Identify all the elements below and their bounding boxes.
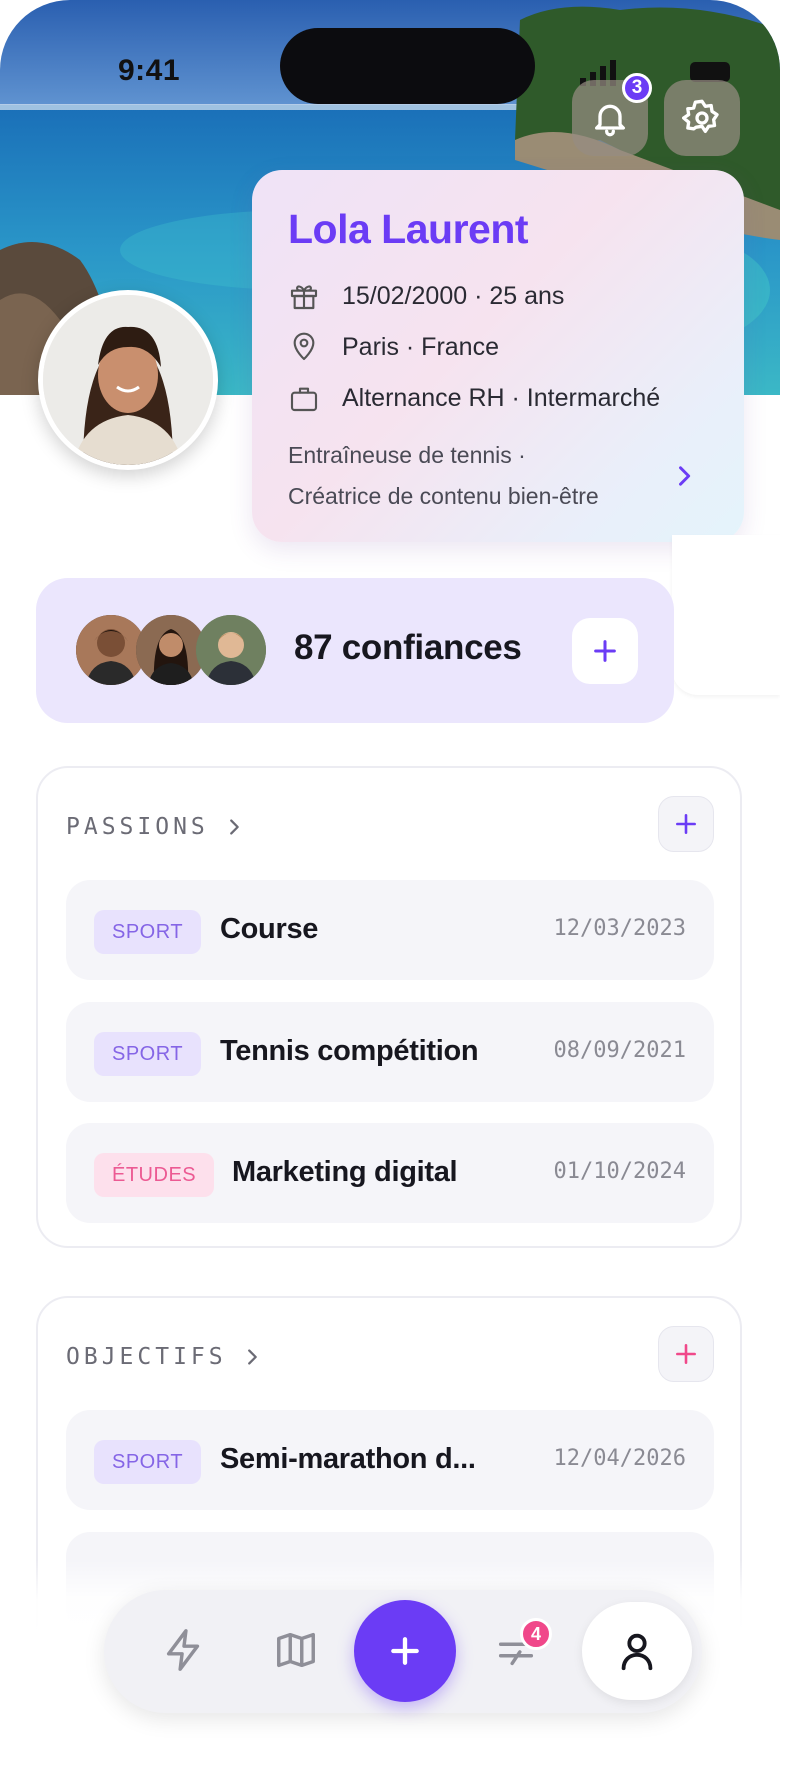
plus-icon	[676, 1344, 696, 1364]
category-tag: ÉTUDES	[94, 1153, 215, 1197]
map-icon	[277, 1632, 315, 1668]
plus-icon	[594, 640, 616, 662]
battery-icon	[690, 62, 730, 82]
item-date: 12/04/2026	[553, 1446, 686, 1471]
job-text: Alternance RH · Intermarché	[342, 383, 661, 412]
add-trust-button[interactable]	[572, 618, 638, 684]
lightning-icon	[166, 1629, 200, 1671]
status-time: 9:41	[118, 54, 181, 87]
side-decoration	[672, 535, 780, 695]
passion-item[interactable]: SPORT Tennis compétition 08/09/2021	[66, 1002, 714, 1102]
plus-icon	[676, 814, 696, 834]
location-pin-icon	[293, 332, 315, 361]
trust-count: 87 confiances	[294, 628, 522, 667]
item-date: 01/10/2024	[553, 1159, 686, 1184]
location-text: Paris · France	[342, 332, 499, 361]
add-passion-button[interactable]	[658, 796, 714, 852]
passion-item[interactable]: SPORT Course 12/03/2023	[66, 880, 714, 980]
settings-button[interactable]	[664, 80, 740, 156]
dynamic-island	[280, 28, 535, 104]
tab-profile[interactable]	[582, 1602, 692, 1700]
item-label: Tennis compétition	[220, 1035, 479, 1067]
chevron-right-icon[interactable]	[670, 462, 698, 490]
tab-activity[interactable]	[156, 1622, 212, 1678]
tab-bar: 4	[104, 1590, 702, 1713]
exchanges-badge: 4	[520, 1618, 552, 1650]
item-label: Marketing digital	[232, 1156, 458, 1188]
add-objectif-button[interactable]	[658, 1326, 714, 1382]
objectifs-title: OBJECTIFS	[66, 1344, 227, 1370]
briefcase-icon	[290, 387, 318, 412]
passion-item[interactable]: ÉTUDES Marketing digital 01/10/2024	[66, 1123, 714, 1223]
phone-screen: 9:41 3 Lola Laurent 15/02/2000 · 25 ans …	[0, 0, 780, 1777]
plus-icon	[391, 1637, 419, 1665]
item-date: 12/03/2023	[553, 916, 686, 941]
category-tag: SPORT	[94, 910, 202, 954]
profile-avatar[interactable]	[38, 290, 218, 470]
bell-icon	[595, 104, 625, 137]
birth-text: 15/02/2000 · 25 ans	[342, 281, 565, 310]
birth-row: 15/02/2000 · 25 ans	[288, 280, 564, 312]
gift-icon	[290, 285, 318, 310]
category-tag: SPORT	[94, 1440, 202, 1484]
gear-icon	[682, 99, 719, 133]
notifications-badge: 3	[622, 73, 652, 103]
item-label: Course	[220, 913, 319, 945]
trust-avatar-3	[196, 615, 266, 685]
passions-section: PASSIONS SPORT Course 12/03/2023 SPORT T…	[36, 766, 742, 1248]
bio-line-2: Créatrice de contenu bien-être	[288, 483, 599, 509]
user-icon	[621, 1633, 653, 1671]
profile-name: Lola Laurent	[288, 206, 529, 252]
tab-map[interactable]	[268, 1622, 324, 1678]
item-date: 08/09/2021	[553, 1038, 686, 1063]
chevron-right-icon	[229, 819, 239, 835]
create-button[interactable]	[354, 1600, 456, 1702]
objectifs-title-link[interactable]: OBJECTIFS	[66, 1344, 263, 1370]
job-row: Alternance RH · Intermarché	[288, 382, 660, 414]
item-label: Semi-marathon d...	[220, 1443, 476, 1475]
objectif-item[interactable]: SPORT Semi-marathon d... 12/04/2026	[66, 1410, 714, 1510]
location-row: Paris · France	[288, 331, 499, 363]
category-tag: SPORT	[94, 1032, 202, 1076]
profile-bio: Entraîneuse de tennis · Créatrice de con…	[288, 435, 668, 517]
bio-line-1: Entraîneuse de tennis ·	[288, 442, 526, 468]
passions-title: PASSIONS	[66, 814, 209, 840]
passions-title-link[interactable]: PASSIONS	[66, 814, 245, 840]
chevron-right-icon	[247, 1349, 257, 1365]
trust-card[interactable]: 87 confiances	[36, 578, 674, 723]
profile-card: Lola Laurent 15/02/2000 · 25 ans Paris ·…	[252, 170, 744, 542]
